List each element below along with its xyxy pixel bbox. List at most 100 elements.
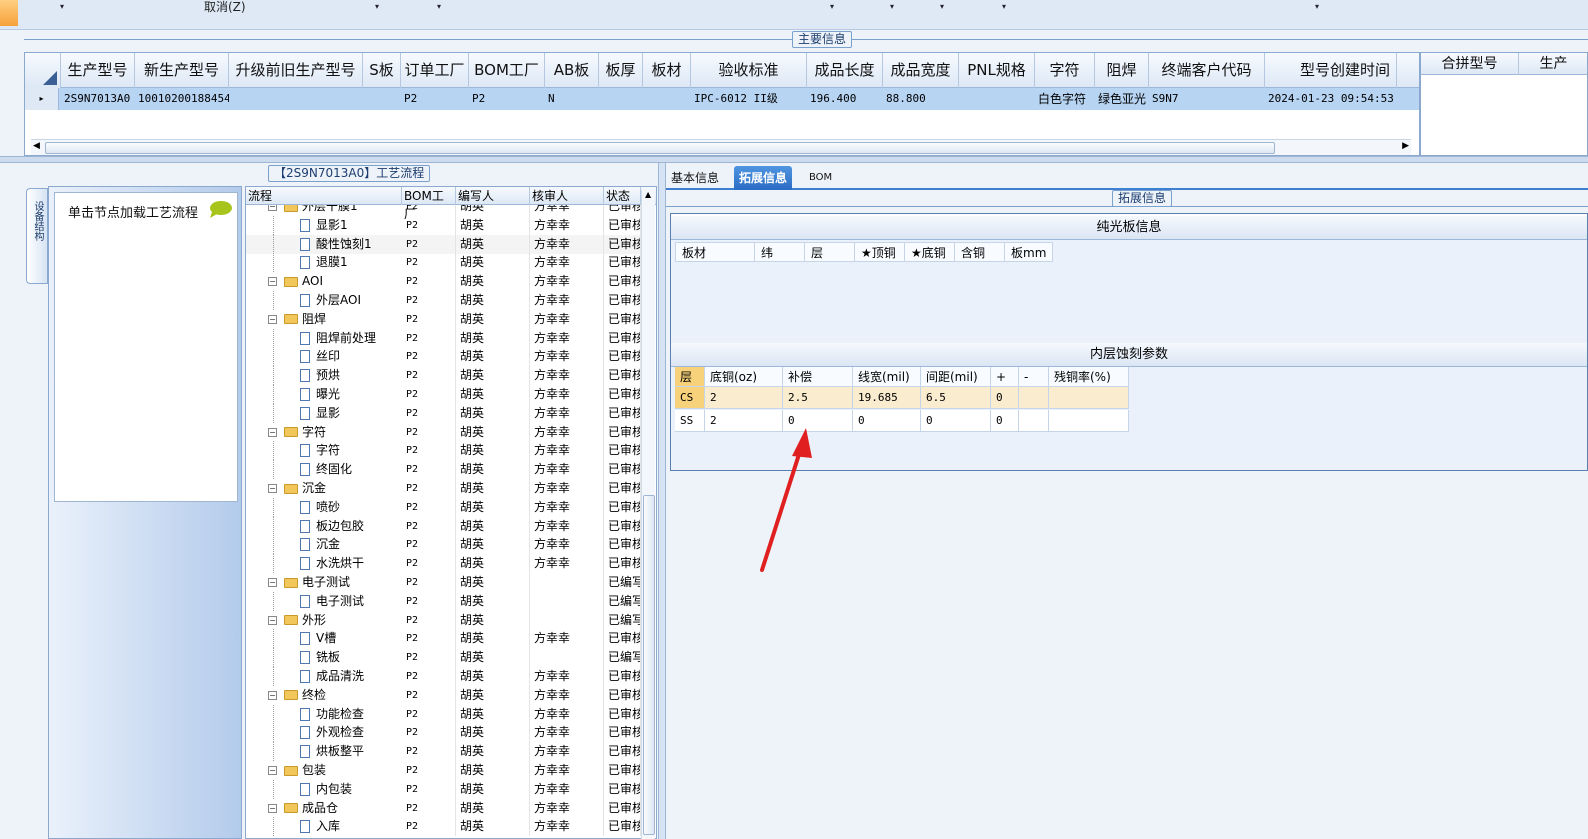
table-cell[interactable] [229, 88, 363, 110]
collapse-icon[interactable]: − [268, 484, 277, 493]
table-cell[interactable]: 胡英 [460, 328, 530, 348]
table-cell[interactable]: 已编写 [608, 591, 641, 611]
scrollbar-thumb[interactable] [45, 142, 1275, 154]
table-cell[interactable]: 方幸幸 [534, 497, 604, 517]
tree-node[interactable]: 字符 [284, 423, 326, 442]
tree-node[interactable]: 外形 [284, 611, 326, 630]
tree-row[interactable]: 成品仓 − P2 胡英 方幸幸 已审核 [246, 798, 641, 818]
table-cell[interactable]: P2 [406, 742, 456, 762]
column-header[interactable]: ★顶铜 [855, 242, 905, 262]
table-cell[interactable]: 已审核 [608, 460, 641, 480]
table-cell[interactable]: IPC-6012 II级 [691, 88, 807, 110]
tree-node[interactable]: 丝印 [300, 347, 340, 366]
table-cell[interactable]: 方幸幸 [534, 366, 604, 386]
table-cell[interactable]: 胡英 [460, 761, 530, 780]
table-cell[interactable]: 已审核 [608, 309, 641, 329]
tree-node[interactable]: 成品清洗 [300, 667, 364, 686]
tree-node[interactable]: 预烘 [300, 366, 340, 385]
table-cell[interactable]: P2 [406, 723, 456, 743]
table-cell[interactable]: 胡英 [460, 629, 530, 649]
column-header[interactable]: 终端客户代码 [1149, 53, 1265, 88]
collapse-icon[interactable]: − [268, 578, 277, 587]
table-cell[interactable]: 已审核 [608, 554, 641, 574]
column-header[interactable]: 板厚 [599, 53, 643, 88]
collapse-icon[interactable]: − [268, 427, 277, 437]
table-cell[interactable]: 方幸幸 [534, 441, 604, 461]
table-cell[interactable] [363, 88, 401, 110]
tree-node[interactable]: V槽 [300, 629, 336, 648]
column-header[interactable]: 残铜率(%) [1049, 367, 1129, 387]
tree-node[interactable]: 电子测试 [300, 592, 364, 611]
tree-node[interactable]: 烘板整平 [300, 742, 364, 761]
column-header[interactable]: 阻焊 [1095, 53, 1149, 88]
tree-node[interactable]: 成品仓 [284, 799, 338, 818]
table-cell[interactable]: 方幸幸 [534, 234, 604, 254]
table-cell[interactable]: 胡英 [460, 205, 530, 216]
table-cell[interactable]: 方幸幸 [534, 253, 604, 273]
column-header[interactable]: ★底铜 [905, 242, 955, 262]
tree-node[interactable]: 功能检查 [300, 705, 364, 724]
scrollbar-thumb[interactable] [643, 495, 655, 835]
table-cell[interactable]: 胡英 [460, 573, 530, 592]
layer-cell[interactable]: CS [675, 387, 705, 409]
table-cell[interactable]: S9N7 [1149, 88, 1265, 110]
column-header[interactable]: 验收标准 [691, 53, 807, 88]
table-cell[interactable]: 已审核 [608, 385, 641, 404]
table-cell[interactable]: 已审核 [608, 516, 641, 536]
collapse-icon[interactable]: − [268, 277, 277, 287]
table-cell[interactable]: 胡英 [460, 479, 530, 498]
column-header[interactable]: 新生产型号 [135, 53, 229, 88]
table-cell[interactable]: 0 [991, 387, 1019, 409]
table-cell[interactable]: 胡英 [460, 516, 530, 536]
table-cell[interactable] [959, 88, 1035, 110]
table-cell[interactable]: P2 [406, 479, 456, 498]
table-cell[interactable]: 方幸幸 [534, 685, 604, 705]
tree-row[interactable]: 字符 − P2 胡英 方幸幸 已审核 [246, 422, 641, 442]
tree-row[interactable]: 终检 − P2 胡英 方幸幸 已审核 [246, 685, 641, 705]
table-cell[interactable]: P2 [406, 629, 456, 649]
horizontal-scrollbar[interactable]: ◀ ▶ [31, 139, 1411, 155]
tree-row[interactable]: 电子测试 P2 胡英 已编写 [246, 591, 641, 611]
table-cell[interactable]: 方幸幸 [534, 385, 604, 404]
column-header[interactable]: AB板 [545, 53, 599, 88]
table-cell[interactable] [1049, 387, 1129, 409]
column-header[interactable]: 纬 [755, 242, 805, 262]
tree-node[interactable]: 退膜1 [300, 253, 348, 272]
table-cell[interactable]: P2 [406, 366, 456, 386]
table-cell[interactable]: 胡英 [460, 347, 530, 367]
column-header[interactable]: PNL规格 [959, 53, 1035, 88]
collapse-icon[interactable]: − [268, 766, 277, 775]
dropdown-arrow-icon[interactable]: ▾ [437, 2, 441, 11]
table-cell[interactable]: 已审核 [608, 291, 641, 310]
column-header[interactable]: 流程 [246, 187, 402, 205]
table-cell[interactable]: P2 [406, 403, 456, 423]
table-cell[interactable]: 方幸幸 [534, 516, 604, 536]
table-cell[interactable]: 胡英 [460, 685, 530, 705]
table-cell[interactable] [1049, 410, 1129, 432]
table-cell[interactable] [534, 610, 604, 630]
table-cell[interactable]: 方幸幸 [534, 272, 604, 292]
table-cell[interactable]: P2 [406, 554, 456, 574]
table-cell[interactable]: 胡英 [460, 704, 530, 724]
column-header[interactable]: - [1019, 367, 1049, 387]
column-header[interactable]: 状态 [604, 187, 641, 205]
table-cell[interactable]: 胡英 [460, 385, 530, 404]
tree-node[interactable]: 包装 [284, 761, 326, 780]
vertical-scrollbar[interactable]: ▲ [641, 190, 655, 839]
column-header[interactable]: 补偿 [783, 367, 853, 387]
dropdown-arrow-icon[interactable]: ▾ [60, 2, 64, 11]
column-header[interactable]: 底铜(oz) [705, 367, 783, 387]
tree-node[interactable]: 铣板 [300, 648, 340, 667]
table-cell[interactable]: 已审核 [608, 704, 641, 724]
table-cell[interactable]: 方幸幸 [534, 761, 604, 780]
table-cell[interactable]: 方幸幸 [534, 554, 604, 574]
device-structure-tab[interactable]: 设备结构 [26, 188, 48, 284]
column-header[interactable]: 含铜 [955, 242, 1005, 262]
orange-tab[interactable] [0, 0, 18, 26]
cancel-button[interactable]: 取消(Z) [204, 0, 246, 15]
table-cell[interactable]: 方幸幸 [534, 309, 604, 329]
table-cell[interactable]: P2 [406, 573, 456, 592]
tree-row[interactable]: 烘板整平 P2 胡英 方幸幸 已审核 [246, 742, 641, 762]
column-header[interactable]: 板mm [1005, 242, 1053, 262]
table-cell[interactable]: 已审核 [608, 441, 641, 461]
